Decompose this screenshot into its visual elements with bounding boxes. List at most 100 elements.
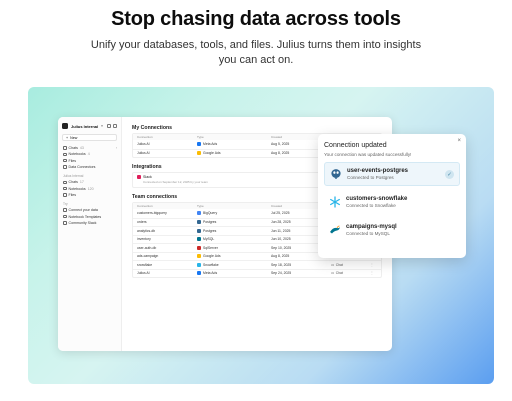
column-header: Connection <box>137 204 153 208</box>
chat-icon: ▭ <box>331 262 335 267</box>
connector-type-icon <box>197 254 201 259</box>
template-icon <box>63 214 67 219</box>
connection-status: Connected to Postgres <box>347 175 394 180</box>
connection-name-cell: user-auth-db <box>137 245 157 250</box>
connection-name-cell: Julius AI <box>137 151 150 156</box>
file-icon <box>63 193 67 197</box>
hero-subtitle: Unify your databases, tools, and files. … <box>90 39 422 66</box>
connection-item-snowflake[interactable]: customers-snowflake Connected to Snowfla… <box>324 190 460 214</box>
database-icon <box>63 208 67 212</box>
sidebar-nav: Chats 43 › Notebooks 4 Files Data Connec… <box>62 145 117 226</box>
sidebar-item-label: Community Slack <box>68 220 97 225</box>
workspace-logo-icon <box>62 123 68 129</box>
type-cell: Postgres <box>197 220 271 225</box>
type-cell: Google Ads <box>197 151 271 156</box>
workspace-name: Julius Internal <box>71 123 99 129</box>
sidebar-item-label: Chats <box>68 146 78 151</box>
plus-icon: + <box>66 135 69 140</box>
connector-icon <box>63 165 67 169</box>
chat-icon <box>63 180 67 185</box>
connection-updated-panel: × Connection updated Your connection was… <box>318 134 466 258</box>
chevron-right-icon[interactable]: › <box>116 146 117 150</box>
sidebar-item-count: 120 <box>87 186 94 191</box>
team-item-files[interactable]: Files <box>62 192 117 198</box>
connection-item-postgres[interactable]: user-events-postgres Connected to Postgr… <box>324 162 460 186</box>
column-header: Type <box>197 204 204 208</box>
my-connections-title: My Connections <box>132 125 173 131</box>
type-label: SqlServer <box>203 245 218 250</box>
integration-name: Slack <box>143 175 152 179</box>
type-cell: Meta Ads <box>197 271 271 276</box>
created-cell: Sep 18, 2025 <box>271 262 292 267</box>
new-button-label: New <box>70 135 78 140</box>
new-button[interactable]: + New <box>62 134 117 141</box>
connector-type-icon <box>197 245 201 250</box>
type-cell: Google Ads <box>197 254 271 259</box>
sidebar: Julius Internal ▾ + New Chats 43 › Noteb… <box>58 117 122 351</box>
more-icon[interactable]: ⋮ <box>365 263 379 267</box>
table-row[interactable]: snowflake Snowflake Sep 18, 2025 ▭ Chat ⋮ <box>133 260 381 269</box>
more-icon[interactable]: ⋮ <box>365 271 379 275</box>
chat-button-label: Chat <box>335 271 343 276</box>
type-cell: Meta Ads <box>197 142 271 147</box>
table-row[interactable]: Julius AI Meta Ads Sep 24, 2025 ▭ Chat ⋮ <box>133 268 381 278</box>
slack-icon <box>137 175 141 179</box>
chat-icon <box>63 146 67 150</box>
connection-name: campaigns-mysql <box>346 224 397 230</box>
connector-type-icon <box>197 271 201 276</box>
connection-name-cell: Julius AI <box>137 142 150 147</box>
chat-button[interactable]: ▭Chat <box>331 263 365 267</box>
type-cell: Snowflake <box>197 262 271 267</box>
connector-type-icon <box>197 211 201 216</box>
connection-name-cell: inventory <box>137 237 151 242</box>
connection-name: customers-snowflake <box>346 196 408 202</box>
type-label: Google Ads <box>203 151 221 156</box>
try-item-community-slack[interactable]: Community Slack <box>62 220 117 226</box>
connection-item-mysql[interactable]: campaigns-mysql Connected to MySQL <box>324 218 460 242</box>
edit-icon[interactable] <box>107 124 111 128</box>
slack-icon <box>63 221 67 225</box>
connection-name-cell: customers-bigquery <box>137 211 167 216</box>
sidebar-item-count: 43 <box>79 146 84 151</box>
connector-type-icon <box>197 237 201 242</box>
connector-type-icon <box>197 262 201 267</box>
notebook-icon <box>63 152 67 157</box>
connector-type-icon <box>197 220 201 225</box>
workspace-switcher[interactable]: Julius Internal ▾ <box>62 121 117 131</box>
gradient-stage: Julius Internal ▾ + New Chats 43 › Noteb… <box>28 87 494 384</box>
connection-name-cell: orders <box>137 220 147 225</box>
sidebar-item-label: Notebook Templates <box>68 214 102 219</box>
type-label: BigQuery <box>203 211 218 216</box>
type-label: MySQL <box>203 237 215 242</box>
sidebar-toggle-icon[interactable] <box>113 124 117 128</box>
sidebar-item-label: Connect your data <box>68 208 98 213</box>
type-label: Meta Ads <box>203 142 218 147</box>
panel-title: Connection updated <box>324 142 387 149</box>
connection-name-cell: analytics-db <box>137 228 156 233</box>
connector-type-icon <box>197 142 201 147</box>
connection-status: Connected to MySQL <box>346 231 390 236</box>
close-icon[interactable]: × <box>457 138 461 144</box>
sidebar-item-label: Notebooks <box>68 152 86 157</box>
type-cell: Postgres <box>197 228 271 233</box>
snowflake-icon <box>329 196 341 208</box>
sidebar-item-label: Chats <box>68 180 78 185</box>
postgres-elephant-icon <box>330 168 342 180</box>
check-icon: ✓ <box>445 170 454 179</box>
sidebar-item-data-connectors[interactable]: Data Connectors <box>62 164 117 170</box>
sidebar-item-count: 17 <box>79 180 84 185</box>
chat-button[interactable]: ▭Chat <box>331 271 365 275</box>
sidebar-item-label: Files <box>68 192 77 197</box>
sidebar-item-count: 4 <box>87 152 90 157</box>
panel-subtitle: Your connection was updated successfully… <box>324 152 412 157</box>
type-cell: MySQL <box>197 237 271 242</box>
connector-type-icon <box>197 151 201 156</box>
chat-icon: ▭ <box>331 271 335 276</box>
file-icon <box>63 158 67 163</box>
created-cell: Sep 24, 2025 <box>271 271 292 276</box>
chevron-down-icon: ▾ <box>101 124 103 128</box>
type-label: Google Ads <box>203 254 221 259</box>
connection-name-cell: Julius AI <box>137 271 150 276</box>
sidebar-item-label: Files <box>68 158 77 163</box>
connection-name: user-events-postgres <box>347 168 409 174</box>
